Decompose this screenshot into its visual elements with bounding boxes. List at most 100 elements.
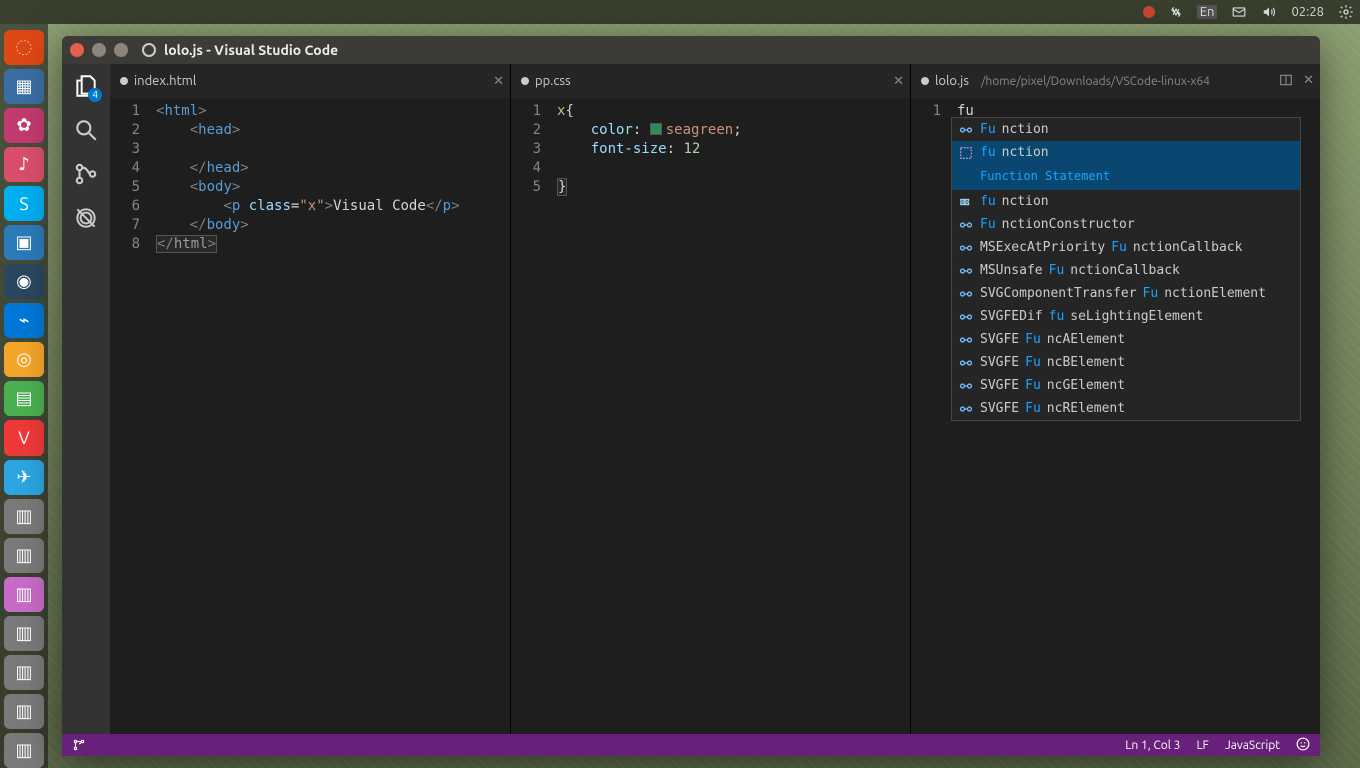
suggestion-kind-icon (958, 217, 974, 233)
feedback-button[interactable] (1296, 737, 1310, 754)
code-editor-2[interactable]: 12345 x{ color: seagreen; font-size: 12 … (511, 98, 910, 734)
tab-label: index.html (134, 74, 196, 88)
suggestion-kind-icon (958, 355, 974, 371)
tab-path: /home/pixel/Downloads/VSCode-linux-x64 (981, 75, 1210, 88)
network-indicator[interactable] (1169, 5, 1183, 19)
git-icon (73, 161, 99, 187)
dirty-indicator (521, 77, 529, 85)
suggestion-item[interactable]: FunctionConstructor (952, 213, 1300, 236)
clock[interactable]: 02:28 (1291, 5, 1324, 19)
launcher-app2[interactable]: ✿ (4, 108, 44, 143)
split-editor-button[interactable] (1279, 73, 1293, 90)
launcher-app8[interactable]: ▥ (4, 616, 44, 651)
launcher-app5[interactable]: ▥ (4, 499, 44, 534)
record-indicator[interactable] (1143, 6, 1155, 18)
suggestion-kind-icon (958, 378, 974, 394)
suggestion-item[interactable]: function (952, 141, 1300, 164)
tab-index-html[interactable]: index.html (120, 74, 196, 88)
suggestion-item[interactable]: SVGFEFuncBElement (952, 351, 1300, 374)
launcher-app1[interactable]: ▦ (4, 69, 44, 104)
suggestion-item[interactable]: function (952, 190, 1300, 213)
explorer-badge: 4 (88, 88, 102, 102)
window-close-button[interactable] (70, 43, 84, 57)
launcher-app11[interactable]: ▥ (4, 733, 44, 768)
launcher-app10[interactable]: ▥ (4, 694, 44, 729)
suggestion-detail: Function Statement (952, 164, 1300, 190)
code-content[interactable]: fuFunctionfunctionFunction Statementfunc… (951, 98, 1320, 734)
launcher-vivaldi[interactable]: V (4, 420, 44, 455)
suggestion-item[interactable]: MSUnsafeFunctionCallback (952, 259, 1300, 282)
tab-lolo-js[interactable]: lolo.js /home/pixel/Downloads/VSCode-lin… (921, 74, 1210, 88)
line-gutter: 12345 (511, 98, 551, 734)
search-tab[interactable] (70, 114, 102, 146)
git-tab[interactable] (70, 158, 102, 190)
status-bar: Ln 1, Col 3 LF JavaScript (62, 734, 1320, 756)
debug-tab[interactable] (70, 202, 102, 234)
suggestion-item[interactable]: MSExecAtPriorityFunctionCallback (952, 236, 1300, 259)
launcher-app3[interactable]: ▣ (4, 225, 44, 260)
code-editor-3[interactable]: 1 fuFunctionfunctionFunction Statementfu… (911, 98, 1320, 734)
code-content[interactable]: <html> <head> </head> <body> <p class="x… (150, 98, 510, 734)
mail-indicator[interactable] (1231, 5, 1247, 19)
close-tab-button[interactable]: ✕ (1303, 73, 1314, 90)
suggestion-kind-icon (958, 263, 974, 279)
clock-label: 02:28 (1291, 5, 1324, 19)
volume-indicator[interactable] (1261, 5, 1277, 19)
launcher-music[interactable]: ♪ (4, 147, 44, 182)
suggestion-item[interactable]: SVGFEFuncAElement (952, 328, 1300, 351)
launcher-telegram[interactable]: ✈ (4, 460, 44, 495)
window-title: lolo.js - Visual Studio Code (164, 42, 338, 58)
suggestion-kind-icon (958, 332, 974, 348)
volume-icon (1261, 5, 1277, 19)
editor-pane-1: index.html ✕ 12345678 <html> <head> </he… (110, 64, 510, 734)
intellisense-popup[interactable]: FunctionfunctionFunction Statementfuncti… (951, 117, 1301, 421)
suggestion-item[interactable]: SVGFEDiffuseLightingElement (952, 305, 1300, 328)
editor-pane-3: lolo.js /home/pixel/Downloads/VSCode-lin… (910, 64, 1320, 734)
launcher-ubuntu[interactable]: ◌ (4, 30, 44, 65)
activity-bar: 4 (62, 64, 110, 734)
line-gutter: 12345678 (110, 98, 150, 734)
window-minimize-button[interactable] (92, 43, 106, 57)
settings-indicator[interactable] (1338, 4, 1354, 20)
launcher-app6[interactable]: ▥ (4, 538, 44, 573)
tab-pp-css[interactable]: pp.css (521, 74, 571, 88)
cursor-position[interactable]: Ln 1, Col 3 (1125, 739, 1180, 752)
launcher-steam[interactable]: ◉ (4, 264, 44, 299)
bug-icon (73, 205, 99, 231)
app-icon (142, 43, 156, 57)
launcher-vscode[interactable]: ⌁ (4, 303, 44, 338)
split-icon (1279, 73, 1293, 87)
explorer-tab[interactable]: 4 (70, 70, 102, 102)
suggestion-item[interactable]: SVGFEFuncGElement (952, 374, 1300, 397)
vscode-window: lolo.js - Visual Studio Code 4 (62, 36, 1320, 756)
titlebar[interactable]: lolo.js - Visual Studio Code (62, 36, 1320, 64)
unity-launcher: ◌ ▦ ✿ ♪ S ▣ ◉ ⌁ ◎ ▤ V ✈ ▥ ▥ ▥ ▥ ▥ ▥ ▥ (0, 24, 48, 768)
lang-label: En (1197, 5, 1218, 19)
gear-icon (1338, 4, 1354, 20)
launcher-app4[interactable]: ▤ (4, 381, 44, 416)
launcher-chrome[interactable]: ◎ (4, 342, 44, 377)
suggestion-kind-icon (958, 309, 974, 325)
suggestion-kind-icon (958, 194, 974, 210)
launcher-app9[interactable]: ▥ (4, 655, 44, 690)
launcher-app7[interactable]: ▥ (4, 577, 44, 612)
suggestion-item[interactable]: SVGFEFuncRElement (952, 397, 1300, 420)
language-mode[interactable]: JavaScript (1225, 739, 1280, 752)
window-maximize-button[interactable] (114, 43, 128, 57)
suggestion-item[interactable]: SVGComponentTransferFunctionElement (952, 282, 1300, 305)
launcher-skype[interactable]: S (4, 186, 44, 221)
git-status[interactable] (72, 738, 86, 753)
suggestion-kind-icon (958, 401, 974, 417)
tab-label: pp.css (535, 74, 571, 88)
smiley-icon (1296, 737, 1310, 751)
suggestion-item[interactable]: Function (952, 118, 1300, 141)
code-editor-1[interactable]: 12345678 <html> <head> </head> <body> <p… (110, 98, 510, 734)
eol-indicator[interactable]: LF (1196, 739, 1208, 752)
close-tab-button[interactable]: ✕ (493, 74, 504, 89)
code-content[interactable]: x{ color: seagreen; font-size: 12 } (551, 98, 910, 734)
close-tab-button[interactable]: ✕ (893, 74, 904, 89)
record-icon (1143, 6, 1155, 18)
search-icon (73, 117, 99, 143)
keyboard-indicator[interactable]: En (1197, 5, 1218, 19)
network-icon (1169, 5, 1183, 19)
